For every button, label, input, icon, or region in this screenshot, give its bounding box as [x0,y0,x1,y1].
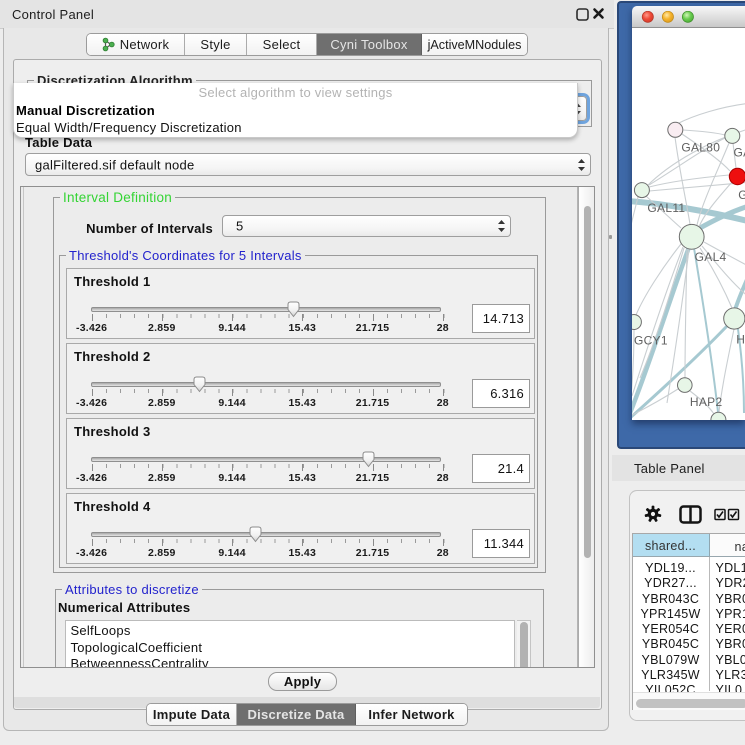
svg-text:HAP2: HAP2 [690,395,723,409]
svg-text:G: G [738,188,745,202]
svg-text:H: H [736,333,745,347]
svg-text:GA: GA [734,146,745,160]
svg-text:GAL4: GAL4 [695,250,727,264]
svg-text:GAL80: GAL80 [681,141,720,155]
svg-text:GCY1: GCY1 [634,334,668,348]
svg-text:GAL11: GAL11 [647,201,685,215]
